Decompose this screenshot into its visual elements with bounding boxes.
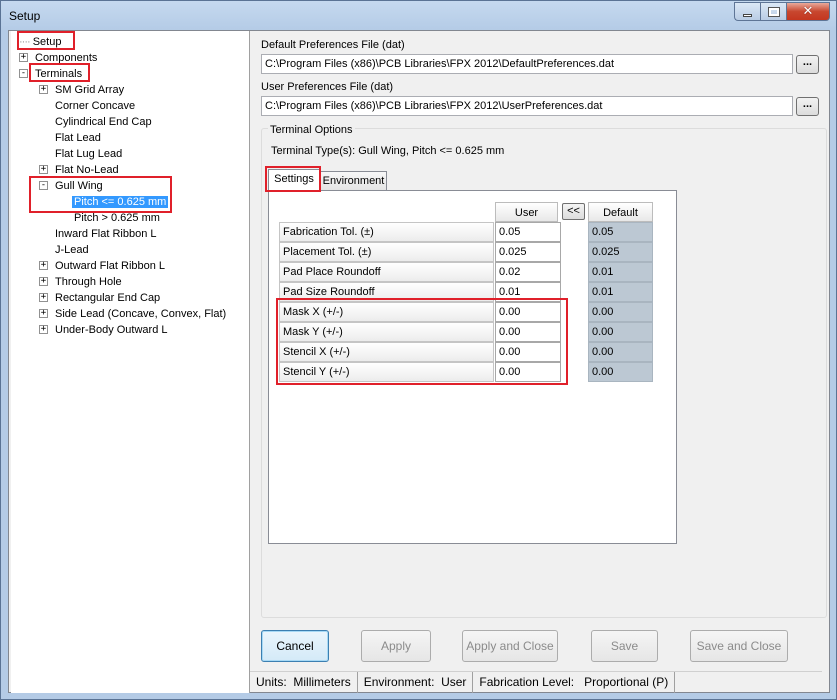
tree-item-label: Through Hole: [55, 276, 122, 288]
window-controls: ✕: [734, 2, 830, 21]
tree-item-cylindrical-end-cap[interactable]: Cylindrical End Cap: [55, 114, 152, 130]
save-and-close-button[interactable]: Save and Close: [690, 630, 788, 662]
expand-icon[interactable]: +: [39, 261, 48, 270]
setup-window: Setup ✕ ···· Setup + Components - Termin…: [0, 0, 837, 700]
expand-icon[interactable]: +: [39, 85, 48, 94]
user-value-field[interactable]: 0.02: [495, 262, 561, 282]
expand-icon[interactable]: +: [19, 53, 28, 62]
expand-icon[interactable]: +: [39, 277, 48, 286]
window-title: Setup: [9, 9, 41, 23]
default-value: 0.01: [588, 282, 653, 302]
expand-icon[interactable]: +: [39, 165, 48, 174]
close-icon: ✕: [802, 4, 814, 19]
tree-item-label: Side Lead (Concave, Convex, Flat): [55, 308, 227, 320]
default-value: 0.00: [588, 322, 653, 342]
status-units-label: Units:: [256, 675, 287, 689]
tree-item-flat-lug-lead[interactable]: Flat Lug Lead: [55, 146, 122, 162]
tree-item-label: Outward Flat Ribbon L: [55, 260, 166, 272]
status-fab-label: Fabrication Level:: [479, 675, 575, 689]
apply-button[interactable]: Apply: [361, 630, 431, 662]
maximize-button[interactable]: [760, 2, 786, 21]
user-prefs-path-field[interactable]: C:\Program Files (x86)\PCB Libraries\FPX…: [261, 96, 793, 116]
highlight-box-gull-wing: [29, 176, 172, 213]
highlight-box-settings-tab: [265, 166, 321, 192]
column-header-default: Default: [588, 202, 653, 222]
tree-item-label: J-Lead: [55, 244, 89, 256]
tree-item-label: Rectangular End Cap: [55, 292, 161, 304]
row-label: Placement Tol. (±): [279, 242, 494, 262]
default-value: 0.00: [588, 302, 653, 322]
tree-item-label: Pitch > 0.625 mm: [74, 212, 160, 224]
row-label: Pad Place Roundoff: [279, 262, 494, 282]
status-units: Units: Millimeters: [250, 672, 358, 693]
tree-item-flat-lead[interactable]: Flat Lead: [55, 130, 101, 146]
save-button[interactable]: Save: [591, 630, 658, 662]
default-prefs-label: Default Preferences File (dat): [261, 39, 405, 51]
tree-item-label: Under-Body Outward L: [55, 324, 168, 336]
minimize-button[interactable]: [734, 2, 760, 21]
status-fabrication: Fabrication Level: Proportional (P): [473, 672, 676, 693]
highlight-box-mask-stencil: [276, 298, 568, 385]
default-prefs-path-field[interactable]: C:\Program Files (x86)\PCB Libraries\FPX…: [261, 54, 793, 74]
terminal-type-text: Terminal Type(s): Gull Wing, Pitch <= 0.…: [271, 145, 505, 157]
highlight-box-terminals: [29, 63, 90, 82]
expand-icon[interactable]: +: [39, 293, 48, 302]
minimize-icon: [743, 13, 752, 17]
status-env-value: User: [441, 675, 467, 689]
highlight-box-setup: [17, 31, 75, 50]
default-value: 0.01: [588, 262, 653, 282]
copy-default-to-user-button[interactable]: <<: [562, 203, 585, 220]
terminal-options-label: Terminal Options: [268, 124, 355, 136]
tree-item-label: Corner Concave: [55, 100, 136, 112]
user-prefs-label: User Preferences File (dat): [261, 81, 394, 93]
default-value: 0.025: [588, 242, 653, 262]
status-units-value: Millimeters: [293, 675, 351, 689]
user-value-field[interactable]: 0.025: [495, 242, 561, 262]
tree-item-label: Flat Lead: [55, 132, 101, 144]
tab-environment[interactable]: Environment: [320, 171, 387, 191]
tree-item-corner-concave[interactable]: Corner Concave: [55, 98, 135, 114]
title-bar[interactable]: Setup ✕: [1, 1, 836, 30]
status-bar: Units: Millimeters Environment: User Fab…: [250, 671, 822, 693]
apply-and-close-button[interactable]: Apply and Close: [462, 630, 558, 662]
user-value-field[interactable]: 0.05: [495, 222, 561, 242]
expand-icon[interactable]: +: [39, 309, 48, 318]
tree-item-label: Cylindrical End Cap: [55, 116, 152, 128]
dialog-client: ···· Setup + Components - Terminals + SM…: [8, 30, 830, 693]
cancel-button[interactable]: Cancel: [261, 630, 329, 662]
maximize-icon: [767, 6, 780, 17]
default-value: 0.05: [588, 222, 653, 242]
close-button[interactable]: ✕: [786, 2, 830, 21]
tree-item-label: Inward Flat Ribbon L: [55, 228, 157, 240]
row-label: Fabrication Tol. (±): [279, 222, 494, 242]
settings-tab-panel: User << Default Fabrication Tol. (±) 0.0…: [268, 190, 677, 544]
tree-item-inward-flat-ribbon[interactable]: Inward Flat Ribbon L: [55, 226, 157, 242]
browse-default-button[interactable]: ...: [796, 55, 819, 74]
tree-item-j-lead[interactable]: J-Lead: [55, 242, 89, 258]
status-env-label: Environment:: [363, 675, 435, 689]
default-value: 0.00: [588, 342, 653, 362]
column-header-user: User: [495, 202, 558, 222]
default-value: 0.00: [588, 362, 653, 382]
tree-item-label: Flat Lug Lead: [55, 148, 123, 160]
browse-user-button[interactable]: ...: [796, 97, 819, 116]
collapse-icon[interactable]: -: [19, 69, 28, 78]
expand-icon[interactable]: +: [39, 325, 48, 334]
settings-tree[interactable]: ···· Setup + Components - Terminals + SM…: [11, 31, 250, 693]
tree-item-label: SM Grid Array: [55, 84, 125, 96]
status-fab-value: Proportional (P): [584, 675, 669, 689]
status-environment: Environment: User: [358, 672, 474, 693]
